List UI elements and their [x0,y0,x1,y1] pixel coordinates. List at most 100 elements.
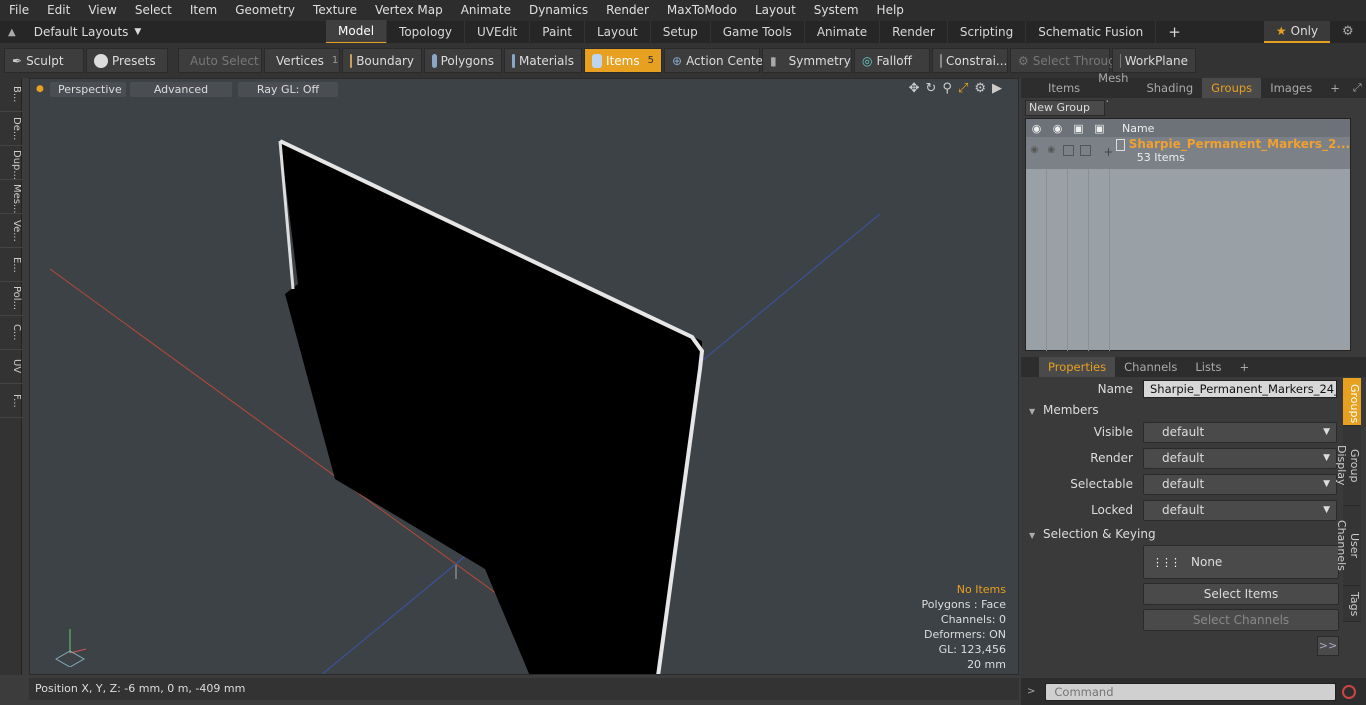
advanced-button[interactable]: Advanced [130,82,232,97]
selectable-dropdown[interactable]: default ▼ [1143,473,1337,495]
members-section[interactable]: ▼ Members [1029,403,1099,417]
perspective-button[interactable]: Perspective [50,82,126,97]
menu-view[interactable]: View [79,0,125,21]
viewport-gear-icon[interactable]: ⚙ [974,81,986,96]
expand-plus-icon[interactable]: + [1103,145,1113,159]
tab-animate[interactable]: Animate [805,21,881,43]
left-tab-polygon[interactable]: Pol... [0,282,22,316]
tab-layout[interactable]: Layout [585,21,651,43]
sculpt-button[interactable]: ✒ Sculpt [4,48,84,73]
render-dropdown[interactable]: default ▼ [1143,447,1337,469]
row-visibility-toggle[interactable]: ◉ [1026,145,1043,155]
selection-keying-section[interactable]: ▼ Selection & Keying [1029,527,1156,541]
menu-file[interactable]: File [0,0,38,21]
tab-setup[interactable]: Setup [651,21,711,43]
auto-select-button[interactable]: Auto Select [178,48,262,73]
menu-help[interactable]: Help [868,0,913,21]
left-tab-mesh[interactable]: Mes... [0,180,22,214]
row-select-toggle[interactable] [1077,145,1094,156]
left-tab-deform[interactable]: De... [0,112,22,146]
menu-maxtomodo[interactable]: MaxToModo [658,0,746,21]
items-button[interactable]: Items 5 [584,48,662,73]
row-lock-toggle[interactable] [1060,145,1077,156]
tab-channels[interactable]: Channels [1115,357,1186,377]
left-tab-duplicate[interactable]: Dup... [0,146,22,180]
menu-vertex-map[interactable]: Vertex Map [366,0,452,21]
falloff-button[interactable]: ◎ Falloff [854,48,930,73]
tab-properties[interactable]: Properties [1039,357,1116,377]
visible-dropdown[interactable]: default ▼ [1143,421,1337,443]
tab-game-tools[interactable]: Game Tools [711,21,805,43]
menu-edit[interactable]: Edit [38,0,79,21]
move-view-icon[interactable]: ✥ [909,81,920,96]
collapse-arrow-icon[interactable]: ▲ [8,27,16,38]
menu-layout[interactable]: Layout [746,0,805,21]
only-toggle[interactable]: ★ Only [1264,21,1330,43]
menu-geometry[interactable]: Geometry [226,0,304,21]
new-group-button[interactable]: New Group [1025,100,1105,116]
menu-animate[interactable]: Animate [452,0,520,21]
tab-uvedit[interactable]: UVEdit [465,21,531,43]
action-center-button[interactable]: ⊕ Action Center [664,48,768,73]
constraints-button[interactable]: Constrai... [932,48,1008,73]
menu-dynamics[interactable]: Dynamics [520,0,597,21]
3d-viewport[interactable]: ● Perspective Advanced Ray GL: Off ✥ ↻ ⚲… [29,78,1019,675]
vertices-button[interactable]: Vertices 1 [264,48,340,73]
boundary-button[interactable]: Boundary [342,48,422,73]
viewport-more-icon[interactable]: ▶ [992,81,1002,96]
tab-schematic-fusion[interactable]: Schematic Fusion [1026,21,1157,43]
tab-topology[interactable]: Topology [387,21,466,43]
name-field[interactable]: Sharpie_Permanent_Markers_24_Asso [1143,380,1337,398]
left-tab-curve[interactable]: C... [0,316,22,350]
side-tab-group-display[interactable]: Group Display [1335,426,1361,506]
menu-select[interactable]: Select [126,0,181,21]
menu-texture[interactable]: Texture [304,0,366,21]
symmetry-button[interactable]: ▮ Symmetry [762,48,852,73]
menu-system[interactable]: System [805,0,868,21]
presets-button[interactable]: Presets [86,48,168,73]
add-tab-button[interactable]: + [1156,21,1193,43]
select-items-button[interactable]: Select Items [1143,583,1339,605]
tab-model[interactable]: Model [326,20,388,44]
expand-panel-icon[interactable]: ⤢ [1353,81,1362,95]
tab-groups[interactable]: Groups [1202,78,1262,98]
raygl-button[interactable]: Ray GL: Off [238,82,338,97]
maximize-icon[interactable]: ⤢ [958,81,968,96]
keyframe-dots-icon: ⋮⋮⋮ [1152,555,1181,569]
layout-selector[interactable]: ▲ Default Layouts ▼ [0,25,326,39]
locked-dropdown[interactable]: default ▼ [1143,499,1337,521]
tab-items[interactable]: Items [1039,78,1089,98]
viewport-menu-dot[interactable]: ● [36,84,44,94]
more-button[interactable]: >> [1317,636,1339,656]
materials-button[interactable]: Materials [504,48,582,73]
left-tab-edge[interactable]: E... [0,248,22,282]
add-prop-tab-button[interactable]: + [1230,357,1258,377]
rotate-view-icon[interactable]: ↻ [926,81,937,96]
polygons-button[interactable]: Polygons [424,48,502,73]
tab-images[interactable]: Images [1261,78,1321,98]
group-row[interactable]: ◉ ◉ + Sharpie_Permanent_Markers_2... 53 … [1026,137,1350,169]
key-state-button[interactable]: ⋮⋮⋮ None [1143,545,1339,579]
side-tab-user-channels[interactable]: User Channels [1335,506,1361,586]
left-tab-vertex[interactable]: Ve... [0,214,22,248]
left-tab-fusion[interactable]: F... [0,384,22,418]
menu-item[interactable]: Item [181,0,226,21]
command-input[interactable] [1045,682,1337,701]
tab-scripting[interactable]: Scripting [948,21,1027,43]
menu-render[interactable]: Render [597,0,658,21]
side-tab-tags[interactable]: Tags [1343,586,1361,622]
zoom-view-icon[interactable]: ⚲ [942,81,952,96]
record-macro-icon[interactable] [1342,684,1357,699]
collapse-triangle-icon: ▼ [1029,531,1036,540]
tab-render[interactable]: Render [880,21,948,43]
add-panel-tab-button[interactable]: + [1321,78,1349,98]
select-channels-button[interactable]: Select Channels [1143,609,1339,631]
tab-shading[interactable]: Shading [1137,78,1202,98]
left-tab-basic[interactable]: B... [0,78,22,112]
tab-lists[interactable]: Lists [1186,357,1230,377]
side-tab-groups[interactable]: Groups [1343,378,1361,426]
gear-icon[interactable]: ⚙ [1342,24,1354,39]
row-render-toggle[interactable]: ◉ [1043,145,1060,155]
tab-paint[interactable]: Paint [530,21,585,43]
left-tab-uv[interactable]: UV [0,350,22,384]
